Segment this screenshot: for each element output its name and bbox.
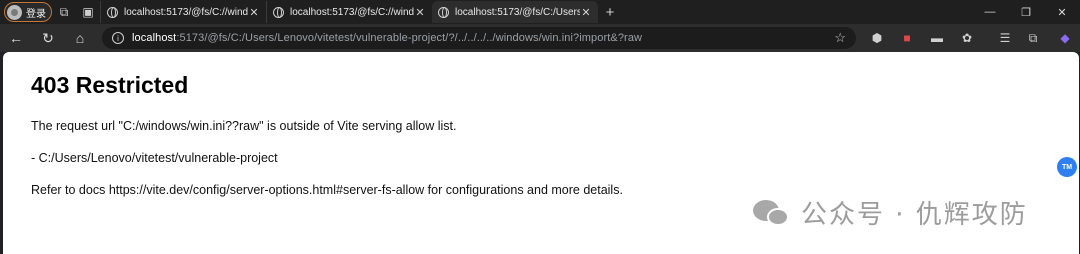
- close-tab-icon[interactable]: ✕: [248, 6, 260, 19]
- back-button[interactable]: ←: [0, 26, 32, 50]
- page-title: 403 Restricted: [31, 72, 189, 98]
- allow-list-entry: - C:/Users/Lenovo/vitetest/vulnerable-pr…: [31, 151, 278, 165]
- tab-3-active[interactable]: localhost:5173/@fs/C:/Users/Leno ✕: [432, 1, 598, 23]
- profile-button[interactable]: 登录: [4, 2, 52, 22]
- window-controls: — ❐ ✕: [972, 0, 1080, 24]
- tab-1[interactable]: localhost:5173/@fs/C://windows/ ✕: [100, 1, 266, 23]
- extension-shield-icon[interactable]: ⬢: [866, 27, 888, 49]
- close-window-icon[interactable]: ✕: [1044, 0, 1080, 24]
- globe-icon: [438, 6, 449, 18]
- globe-icon: [273, 6, 284, 18]
- workspaces-icon[interactable]: ⧉: [52, 2, 76, 22]
- page-content: 403 Restricted The request url "C:/windo…: [3, 52, 1079, 254]
- tab-actions-icon[interactable]: ▣: [76, 2, 100, 22]
- extension-screen-icon[interactable]: ▬: [926, 27, 948, 49]
- globe-icon: [107, 6, 118, 18]
- close-tab-icon[interactable]: ✕: [580, 6, 592, 19]
- tab-strip: 登录 ⧉ ▣ localhost:5173/@fs/C://windows/ ✕…: [0, 0, 1080, 24]
- avatar-icon: [7, 4, 22, 20]
- favorite-star-icon[interactable]: ☆: [834, 30, 846, 46]
- reload-button[interactable]: ↻: [32, 26, 64, 50]
- extension-red-icon[interactable]: ■: [896, 27, 918, 49]
- copilot-icon[interactable]: ◆: [1054, 27, 1076, 49]
- tab-title: localhost:5173/@fs/C://windows/: [124, 6, 248, 18]
- error-message: The request url "C:/windows/win.ini??raw…: [31, 119, 457, 133]
- tab-title: localhost:5173/@fs/C://windows/: [290, 6, 414, 18]
- minimize-icon[interactable]: —: [972, 0, 1008, 24]
- new-tab-button[interactable]: +: [598, 2, 622, 22]
- browser-chrome: 登录 ⧉ ▣ localhost:5173/@fs/C://windows/ ✕…: [0, 0, 1080, 52]
- favorites-icon[interactable]: ☰: [994, 27, 1016, 49]
- site-info-icon[interactable]: i: [112, 32, 124, 44]
- home-button[interactable]: ⌂: [64, 26, 96, 50]
- address-bar[interactable]: i localhost:5173/@fs/C:/Users/Lenovo/vit…: [102, 27, 856, 49]
- address-url[interactable]: localhost:5173/@fs/C:/Users/Lenovo/vitet…: [132, 32, 642, 44]
- floating-translate-button[interactable]: TM: [1057, 157, 1077, 177]
- tab-2[interactable]: localhost:5173/@fs/C://windows/ ✕: [266, 1, 432, 23]
- wechat-icon: [753, 198, 791, 228]
- profile-label: 登录: [26, 8, 46, 20]
- collections-icon[interactable]: ⧉: [1022, 27, 1044, 49]
- tab-title: localhost:5173/@fs/C:/Users/Leno: [455, 6, 580, 18]
- watermark-text: 公众号 · 仇辉攻防: [801, 200, 1028, 230]
- restore-icon[interactable]: ❐: [1008, 0, 1044, 24]
- close-tab-icon[interactable]: ✕: [414, 6, 426, 19]
- extensions-puzzle-icon[interactable]: ✿: [956, 27, 978, 49]
- navigation-bar: ← ↻ ⌂ i localhost:5173/@fs/C:/Users/Leno…: [0, 24, 1080, 52]
- watermark: 公众号 · 仇辉攻防: [753, 194, 1028, 231]
- docs-reference: Refer to docs https://vite.dev/config/se…: [31, 183, 623, 197]
